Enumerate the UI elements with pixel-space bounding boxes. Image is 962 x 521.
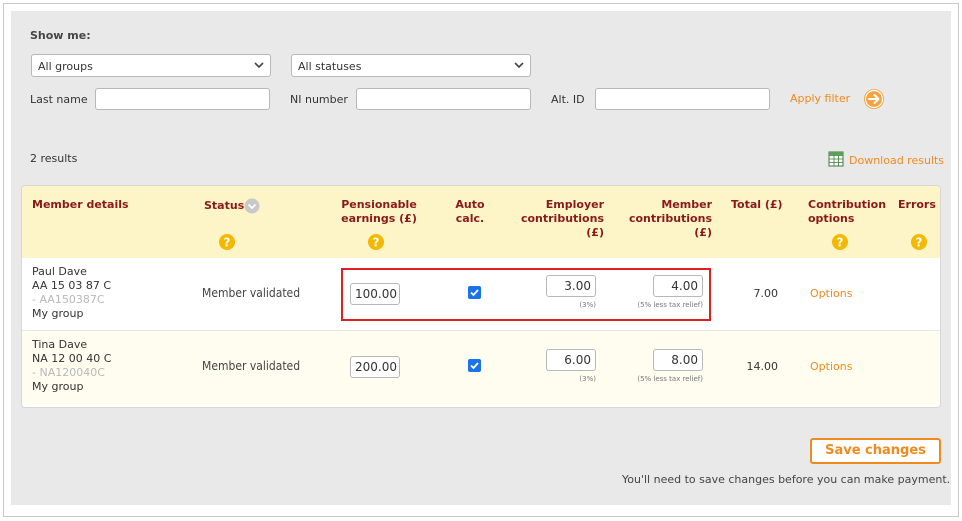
pensionable-earnings-input[interactable]: 200.00	[350, 356, 400, 378]
member-contribution-input[interactable]: 4.00	[653, 275, 703, 297]
show-me-label: Show me:	[30, 29, 91, 42]
status-select[interactable]: All statuses	[291, 54, 531, 77]
header-auto-calc: Auto calc.	[455, 198, 485, 225]
member-contribution-input[interactable]: 8.00	[653, 349, 703, 371]
member-rate-note: (5% less tax relief)	[637, 301, 703, 309]
header-member: Member contributions (£)	[628, 198, 712, 239]
employer-contribution-input[interactable]: 6.00	[546, 349, 596, 371]
apply-filter-link[interactable]: Apply filter	[790, 92, 850, 105]
member-alt-id: - AA150387C	[32, 293, 105, 306]
table-row: Paul Dave AA 15 03 87 C - AA150387C My g…	[22, 258, 940, 331]
checkmark-icon	[470, 289, 479, 297]
last-name-input[interactable]	[95, 88, 270, 110]
sort-chevron-icon[interactable]	[244, 198, 260, 214]
member-status: Member validated	[202, 286, 301, 300]
group-select[interactable]: All groups	[31, 54, 271, 77]
row-total: 7.00	[753, 287, 779, 300]
header-status: Status	[204, 199, 245, 212]
help-icon[interactable]: ?	[219, 234, 235, 250]
save-changes-button[interactable]: Save changes	[810, 438, 941, 464]
member-alt-id: - NA120040C	[32, 366, 105, 379]
last-name-label: Last name	[30, 93, 88, 106]
header-errors: Errors	[898, 198, 936, 211]
contributions-table: Member details Status ? Pensionable earn…	[21, 185, 941, 408]
download-results-link[interactable]: Download results	[849, 154, 944, 167]
header-member-details: Member details	[32, 198, 129, 211]
member-group: My group	[32, 307, 84, 320]
contributions-panel: Show me: All groups All statuses Last na…	[11, 11, 951, 505]
member-ni: NA 12 00 40 C	[32, 352, 112, 365]
employer-rate-note: (3%)	[579, 301, 596, 309]
chevron-down-icon	[254, 62, 264, 69]
save-changes-note: You'll need to save changes before you c…	[622, 473, 951, 486]
chevron-down-icon	[514, 62, 524, 69]
header-employer: Employer contributions (£)	[520, 198, 604, 239]
auto-calc-checkbox[interactable]	[468, 286, 481, 299]
member-name: Tina Dave	[32, 338, 88, 351]
help-icon[interactable]: ?	[911, 234, 927, 250]
svg-text:?: ?	[224, 236, 231, 250]
member-group: My group	[32, 380, 84, 393]
member-status: Member validated	[202, 359, 301, 373]
employer-rate-note: (3%)	[579, 375, 596, 383]
header-pensionable: Pensionable earnings (£)	[341, 198, 417, 225]
svg-text:?: ?	[916, 236, 923, 250]
options-link[interactable]: Options	[810, 287, 852, 300]
auto-calc-checkbox[interactable]	[468, 359, 481, 372]
arrow-right-circle-icon[interactable]	[862, 88, 886, 110]
svg-text:?: ?	[837, 236, 844, 250]
pensionable-earnings-input[interactable]: 100.00	[350, 283, 400, 305]
header-contribution-options: Contribution options	[808, 198, 887, 225]
help-icon[interactable]: ?	[368, 234, 384, 250]
member-details: Paul Dave AA 15 03 87 C - AA150387C My g…	[32, 265, 111, 321]
member-rate-note: (5% less tax relief)	[637, 375, 703, 383]
row-total: 14.00	[746, 360, 779, 373]
group-select-value: All groups	[38, 60, 93, 73]
alt-id-label: Alt. ID	[551, 93, 585, 106]
checkmark-icon	[470, 362, 479, 370]
member-ni: AA 15 03 87 C	[32, 279, 112, 292]
options-link[interactable]: Options	[810, 360, 852, 373]
employer-contribution-input[interactable]: 3.00	[546, 275, 596, 297]
table-row: Tina Dave NA 12 00 40 C - NA120040C My g…	[22, 331, 940, 404]
spreadsheet-icon[interactable]	[828, 151, 844, 167]
member-name: Paul Dave	[32, 265, 87, 278]
results-count: 2 results	[30, 152, 78, 165]
status-select-value: All statuses	[298, 60, 362, 73]
alt-id-input[interactable]	[595, 88, 770, 110]
header-total: Total (£)	[731, 198, 783, 211]
help-icon[interactable]: ?	[832, 234, 848, 250]
ni-number-input[interactable]	[356, 88, 531, 110]
member-details: Tina Dave NA 12 00 40 C - NA120040C My g…	[32, 338, 111, 394]
ni-number-label: NI number	[290, 93, 348, 106]
filter-area: Show me: All groups All statuses Last na…	[11, 11, 951, 131]
svg-text:?: ?	[373, 236, 380, 250]
table-header: Member details Status ? Pensionable earn…	[22, 186, 940, 258]
